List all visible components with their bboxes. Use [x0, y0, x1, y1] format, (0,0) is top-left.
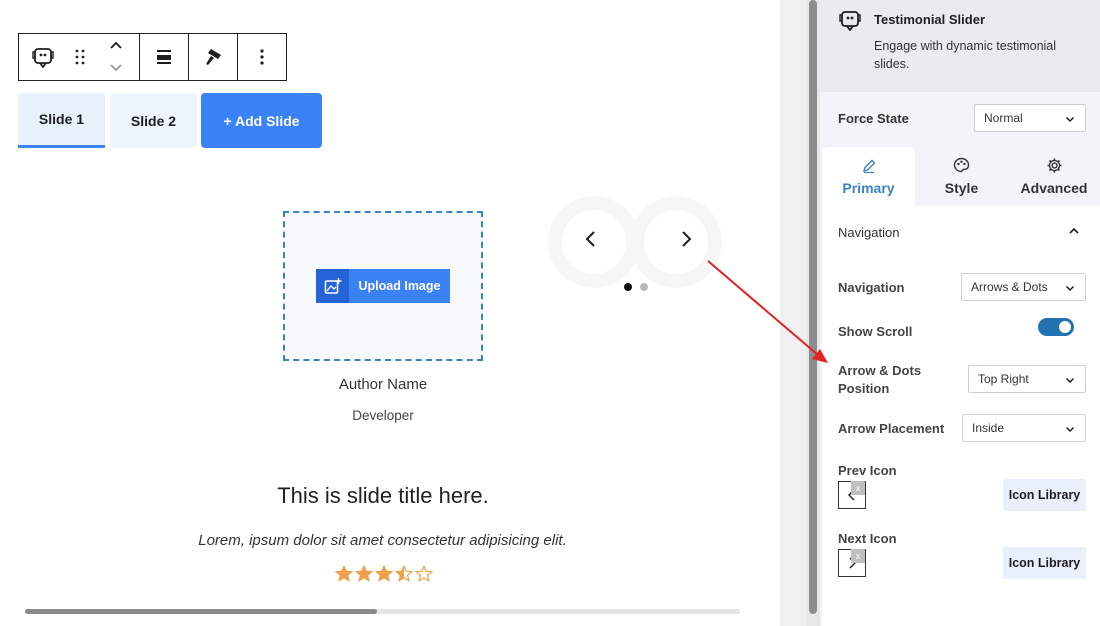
upload-image-button[interactable]: Upload Image	[316, 269, 450, 303]
move-down-icon[interactable]	[109, 59, 123, 77]
tab-primary-label: Primary	[842, 180, 895, 196]
upload-image-label: Upload Image	[349, 269, 450, 303]
annotation-arrow-icon	[707, 260, 828, 363]
chevron-down-icon	[1065, 426, 1075, 433]
next-icon-label: Next Icon	[838, 531, 897, 546]
tab-style[interactable]: Style	[915, 147, 1008, 206]
slide-title: This is slide title here.	[277, 483, 489, 508]
toolbar-group-style	[189, 34, 238, 80]
arrow-dots-position-label-line1: Arrow & Dots	[838, 363, 922, 378]
tab-advanced[interactable]: Advanced	[1008, 147, 1100, 206]
author-role: Developer	[352, 408, 414, 423]
next-arrow-icon[interactable]	[675, 228, 697, 250]
slider-dot-2[interactable]	[640, 283, 648, 291]
section-title[interactable]: Navigation	[838, 225, 899, 240]
force-state-value: Normal	[984, 111, 1023, 125]
prev-arrow-icon[interactable]	[580, 228, 602, 250]
next-icon-library-button[interactable]: Icon Library	[1003, 547, 1086, 579]
arrow-placement-select[interactable]: Inside	[962, 414, 1086, 442]
star-icon	[335, 565, 353, 582]
toolbar-group-block	[19, 34, 140, 80]
author-name: Author Name	[338, 376, 428, 393]
star-icon	[395, 565, 413, 582]
arrow-dots-position-select[interactable]: Top Right	[968, 365, 1086, 393]
navigation-select[interactable]: Arrows & Dots	[961, 273, 1086, 301]
slider-scrollbar-thumb[interactable]	[25, 609, 377, 614]
tab-slide-1[interactable]: Slide 1	[18, 93, 105, 148]
navigation-value: Arrows & Dots	[971, 280, 1048, 294]
next-icon-clear-button[interactable]: x	[851, 549, 865, 563]
prev-icon-clear-button[interactable]: x	[851, 481, 865, 495]
chevron-down-icon	[1065, 285, 1075, 292]
block-title: Testimonial Slider	[874, 12, 986, 27]
show-scroll-label: Show Scroll	[838, 324, 913, 339]
drag-handle-icon[interactable]	[67, 34, 93, 80]
navigation-label: Navigation	[838, 280, 905, 295]
prev-icon-library-button[interactable]: Icon Library	[1003, 479, 1086, 511]
palette-icon	[953, 157, 970, 173]
slide-text: Lorem, ipsum dolor sit amet consectetur …	[198, 532, 567, 549]
move-up-icon[interactable]	[109, 37, 123, 55]
chevron-down-icon	[1065, 377, 1075, 384]
more-options-icon[interactable]	[238, 34, 286, 80]
star-icon	[375, 565, 393, 582]
tab-style-label: Style	[944, 180, 979, 196]
arrow-dots-position-value: Top Right	[978, 372, 1029, 386]
pencil-icon	[862, 159, 875, 174]
show-scroll-toggle[interactable]	[1038, 318, 1074, 336]
force-state-label: Force State	[838, 111, 909, 126]
slider-dot-1[interactable]	[624, 283, 632, 291]
gear-icon	[1047, 158, 1061, 173]
arrow-dots-position-label-line2: Position	[838, 381, 890, 396]
testimonial-block-icon	[839, 9, 861, 36]
panel-tabs: Primary Style Advanced	[822, 147, 1100, 206]
chevron-up-icon[interactable]	[1067, 224, 1081, 243]
tab-slide-2[interactable]: Slide 2	[110, 93, 197, 148]
testimonial-block-icon[interactable]	[19, 34, 67, 80]
chevron-down-icon	[1065, 116, 1075, 123]
brush-icon[interactable]	[189, 34, 237, 80]
arrow-placement-label: Arrow Placement	[838, 421, 945, 436]
tab-primary[interactable]: Primary	[822, 147, 915, 206]
star-icon	[415, 565, 433, 582]
force-state-select[interactable]: Normal	[974, 104, 1086, 132]
move-controls	[92, 34, 139, 80]
block-description: Engage with dynamic testimonial slides.	[874, 39, 1057, 71]
block-toolbar	[18, 33, 287, 81]
rating-stars	[335, 565, 435, 585]
prev-icon-label: Prev Icon	[838, 463, 897, 478]
upload-image-icon	[316, 269, 349, 303]
toolbar-group-more	[238, 34, 286, 80]
toggle-knob	[1059, 321, 1071, 333]
star-icon	[355, 565, 373, 582]
tab-advanced-label: Advanced	[1020, 180, 1088, 196]
arrow-dots-position-label: Arrow & Dots Position	[838, 362, 921, 398]
arrow-placement-value: Inside	[972, 421, 1005, 435]
add-slide-button[interactable]: + Add Slide	[201, 93, 322, 148]
align-icon[interactable]	[140, 34, 188, 80]
block-card: Testimonial Slider Engage with dynamic t…	[820, 0, 1100, 92]
toolbar-group-align	[140, 34, 189, 80]
